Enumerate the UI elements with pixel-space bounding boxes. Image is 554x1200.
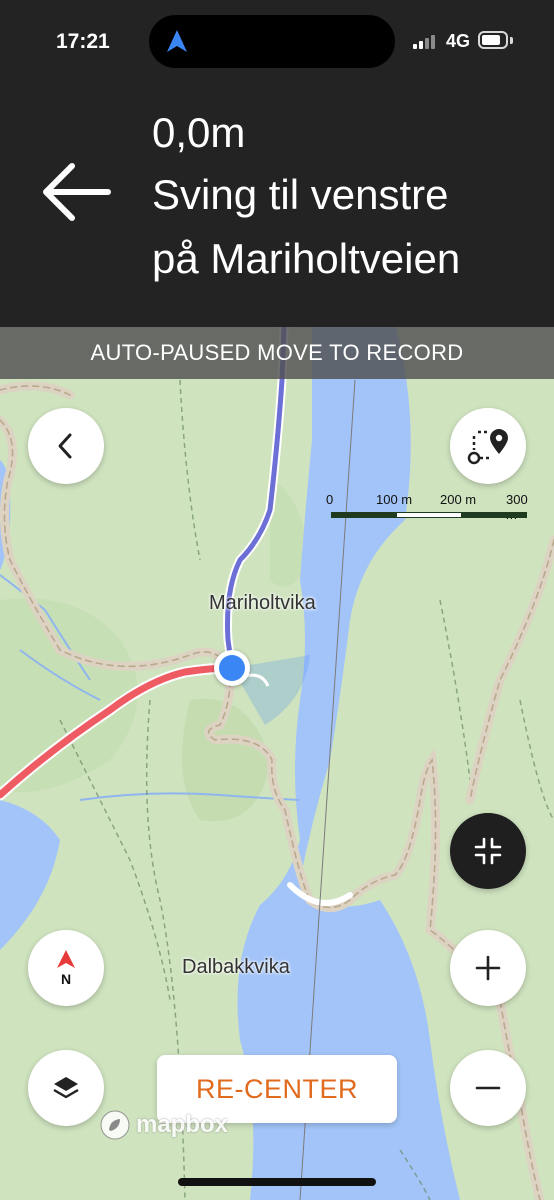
battery-icon: [478, 31, 508, 49]
mapbox-logo-icon: [100, 1110, 130, 1140]
scale-label-0: 0: [326, 492, 334, 507]
route-pin-icon: [467, 429, 508, 465]
network-type: 4G: [446, 31, 471, 51]
zoom-out-button[interactable]: [450, 1050, 526, 1126]
back-button[interactable]: [28, 408, 104, 484]
auto-paused-banner: AUTO-PAUSED MOVE TO RECORD: [0, 327, 554, 379]
place-label-mariholtvika: Mariholtvika: [209, 592, 316, 614]
turn-instruction-line2: på Mariholtveien: [152, 235, 461, 282]
minus-icon: [475, 1086, 501, 1090]
compass-north-label: N: [60, 970, 72, 987]
scale-segment-1: [331, 512, 397, 518]
route-planner-button[interactable]: [450, 408, 526, 484]
compass-button[interactable]: N: [28, 930, 104, 1006]
mapbox-logo-text: mapbox: [136, 1111, 229, 1138]
mapbox-attribution[interactable]: mapbox: [98, 1108, 228, 1142]
chevron-left-icon: [58, 433, 72, 459]
plus-icon: [475, 955, 501, 981]
map-layers-button[interactable]: [28, 1050, 104, 1126]
compass-needle-icon: [57, 949, 75, 968]
map-scale-bar: 0 100 m 200 m 300 m: [326, 492, 528, 522]
scale-label-200: 200 m: [440, 492, 477, 507]
collapse-map-button[interactable]: [450, 813, 526, 889]
navigation-arrow-icon: [167, 30, 187, 52]
status-time: 17:21: [56, 30, 110, 53]
place-label-dalbakkvika: Dalbakkvika: [182, 956, 290, 978]
scale-segment-2: [397, 512, 461, 518]
scale-label-100: 100 m: [376, 492, 413, 507]
turn-left-arrow-icon: [43, 163, 111, 221]
navigation-header: 17:21 4G 0,0m Sving til venstre på Marih…: [0, 0, 554, 327]
battery-cap: [510, 37, 513, 44]
zoom-in-button[interactable]: [450, 930, 526, 1006]
signal-strength-icon: [413, 33, 439, 49]
dynamic-island: [149, 15, 395, 68]
current-location-dot: [219, 655, 245, 681]
collapse-arrows-icon: [474, 837, 502, 865]
turn-distance: 0,0m: [152, 109, 246, 156]
turn-instruction-line1: Sving til venstre: [152, 171, 449, 218]
layers-icon: [53, 1077, 79, 1099]
home-indicator[interactable]: [178, 1178, 376, 1186]
scale-segment-3: [461, 512, 527, 518]
